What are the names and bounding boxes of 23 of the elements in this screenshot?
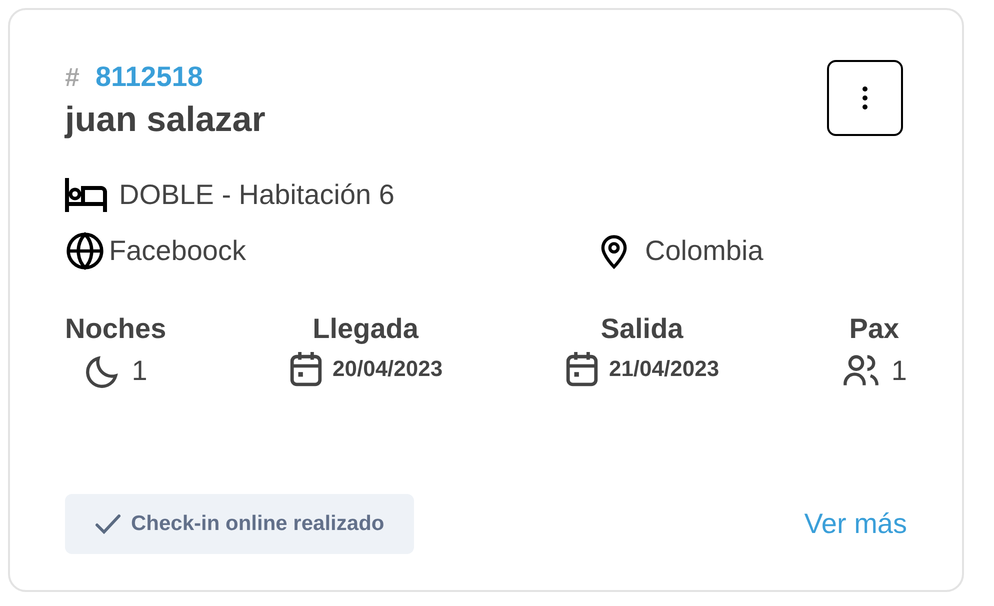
stat-label: Llegada [312,312,418,346]
guest-name: juan salazar [65,99,266,141]
bed-icon [65,178,107,212]
see-more-link[interactable]: Ver más [804,503,907,545]
calendar-icon [564,350,599,388]
globe-icon [65,230,105,271]
stat-label: Pax [849,312,900,346]
status-text: Check-in online realizado [131,511,384,538]
date-value: 20/04/2023 [332,355,443,384]
check-icon [95,514,121,534]
count-value: 1 [132,354,148,388]
calendar-icon [288,350,322,388]
country-text: Colombia [645,234,764,268]
booking-number: 8112518 [95,60,203,94]
count-value: 1 [891,354,907,388]
source-text: Faceboock [109,234,246,268]
hash-sign: # [65,60,80,94]
date-value: 21/04/2023 [608,355,720,384]
stat-label: Noches [65,312,166,346]
more-options-button[interactable] [827,60,903,136]
more-vertical-icon [862,86,868,110]
room-name: DOBLE - Habitación 6 [119,178,394,212]
stat-label: Salida [600,312,684,346]
